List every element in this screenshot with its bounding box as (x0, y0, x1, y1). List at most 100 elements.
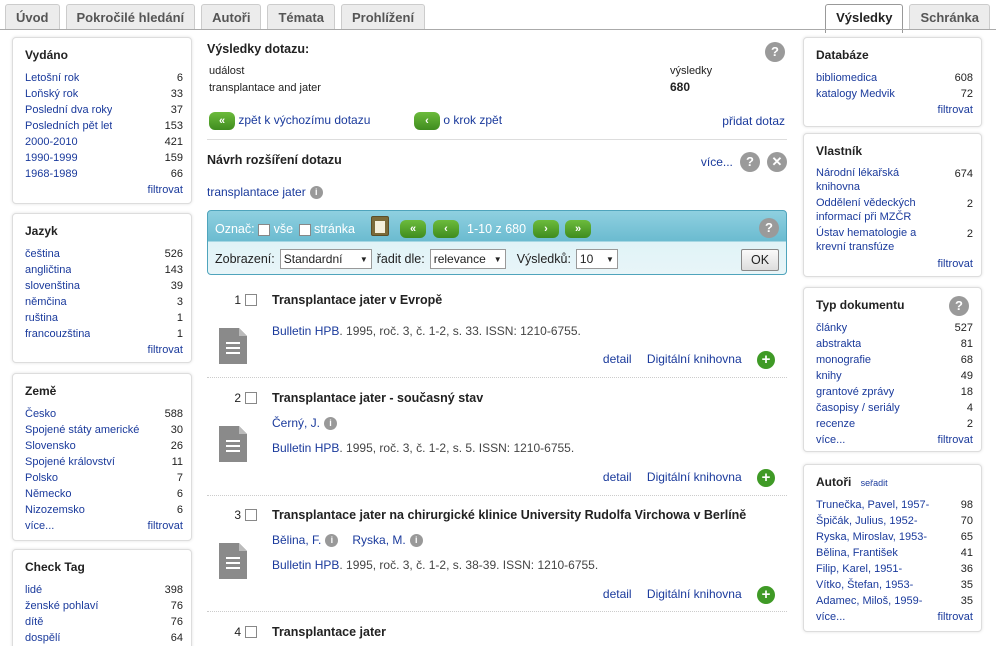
facet-item[interactable]: Spojené státy americké 30 (25, 422, 183, 438)
detail-link[interactable]: detail (603, 470, 632, 484)
facet-item[interactable]: Polsko 7 (25, 470, 183, 486)
sort-select[interactable]: relevance ▼ (429, 249, 506, 269)
suggest-more-link[interactable]: více... (701, 155, 733, 169)
add-query-link[interactable]: přidat dotaz (722, 114, 785, 128)
facet-item[interactable]: dospělí 64 (25, 630, 183, 646)
info-icon[interactable]: i (324, 417, 338, 430)
facet-item[interactable]: Filip, Karel, 1951- 36 (816, 561, 973, 577)
facet-item[interactable]: dítě 76 (25, 614, 183, 630)
facet-item[interactable]: francouzština 1 (25, 326, 183, 342)
author-link[interactable]: Ryska, M. (352, 533, 405, 547)
facet-item[interactable]: Trunečka, Pavel, 1957- 98 (816, 497, 973, 513)
facet-item[interactable]: Vítko, Štefan, 1953- 35 (816, 577, 973, 593)
facet-item[interactable]: čeština 526 (25, 246, 183, 262)
author-link[interactable]: Černý, J. (272, 416, 320, 430)
record-checkbox[interactable] (245, 509, 257, 521)
record-checkbox[interactable] (245, 294, 257, 306)
sort-link[interactable]: seřadit (861, 478, 888, 488)
help-icon[interactable]: ? (765, 42, 785, 62)
info-icon[interactable]: i (325, 534, 339, 547)
more-link[interactable]: více... (816, 609, 845, 625)
facet-item[interactable]: časopisy / seriály 4 (816, 400, 973, 416)
facet-item[interactable]: Oddělení vědeckých informací při MZČR 2 (816, 196, 973, 226)
filter-link[interactable]: filtrovat (816, 102, 973, 118)
facet-item[interactable]: bibliomedica 608 (816, 70, 973, 86)
digital-library-link[interactable]: Digitální knihovna (647, 470, 742, 484)
journal-link[interactable]: Bulletin HPB (272, 441, 339, 455)
clipboard-icon[interactable] (371, 216, 389, 236)
facet-item[interactable]: grantové zprávy 18 (816, 384, 973, 400)
display-select[interactable]: Standardní ▼ (279, 249, 372, 269)
back-initial-button[interactable]: « zpět k výchozímu dotazu (209, 112, 370, 130)
tab-advanced-search[interactable]: Pokročilé hledání (65, 4, 196, 30)
facet-item[interactable]: Loňský rok 33 (25, 86, 183, 102)
facet-item[interactable]: recenze 2 (816, 416, 973, 432)
facet-item[interactable]: Posledních pět let 153 (25, 118, 183, 134)
facet-item[interactable]: monografie 68 (816, 352, 973, 368)
prev-page-button[interactable]: ‹ (433, 220, 459, 238)
facet-item[interactable]: Německo 6 (25, 486, 183, 502)
facet-item[interactable]: angličtina 143 (25, 262, 183, 278)
record-checkbox[interactable] (245, 626, 257, 638)
next-page-button[interactable]: › (533, 220, 559, 238)
filter-link[interactable]: filtrovat (938, 432, 973, 448)
filter-link[interactable]: filtrovat (816, 256, 973, 272)
tab-authors[interactable]: Autoři (201, 4, 262, 30)
facet-item[interactable]: Ryska, Miroslav, 1953- 65 (816, 529, 973, 545)
close-icon[interactable]: ✕ (767, 152, 787, 172)
facet-item[interactable]: Bělina, František 41 (816, 545, 973, 561)
facet-item[interactable]: katalogy Medvik 72 (816, 86, 973, 102)
add-plus-icon[interactable]: + (757, 351, 775, 369)
select-page-checkbox[interactable] (298, 223, 311, 236)
last-page-button[interactable]: » (565, 220, 591, 238)
facet-item[interactable]: Česko 588 (25, 406, 183, 422)
facet-item[interactable]: články 527 (816, 320, 973, 336)
facet-item[interactable]: 2000-2010 421 (25, 134, 183, 150)
tab-clipboard[interactable]: Schránka (909, 4, 990, 30)
results-select[interactable]: 10 ▼ (575, 249, 618, 269)
facet-item[interactable]: Slovensko 26 (25, 438, 183, 454)
record-checkbox[interactable] (245, 392, 257, 404)
help-icon[interactable]: ? (949, 296, 969, 316)
facet-item[interactable]: Spojené království 11 (25, 454, 183, 470)
select-all-checkbox[interactable] (258, 223, 271, 236)
info-icon[interactable]: i (409, 534, 423, 547)
tab-topics[interactable]: Témata (267, 4, 335, 30)
facet-item[interactable]: Nizozemsko 6 (25, 502, 183, 518)
back-step-button[interactable]: ‹ o krok zpět (414, 112, 502, 130)
add-plus-icon[interactable]: + (757, 469, 775, 487)
record-title[interactable]: Transplantace jater v Evropě (272, 293, 442, 307)
digital-library-link[interactable]: Digitální knihovna (647, 587, 742, 601)
facet-item[interactable]: ženské pohlaví 76 (25, 598, 183, 614)
facet-item[interactable]: němčina 3 (25, 294, 183, 310)
record-title[interactable]: Transplantace jater (272, 625, 386, 639)
tab-uvod[interactable]: Úvod (5, 4, 60, 30)
facet-item[interactable]: 1990-1999 159 (25, 150, 183, 166)
add-plus-icon[interactable]: + (757, 586, 775, 604)
more-link[interactable]: více... (816, 432, 845, 448)
detail-link[interactable]: detail (603, 587, 632, 601)
more-link[interactable]: více... (25, 518, 54, 534)
record-title[interactable]: Transplantace jater na chirurgické klini… (272, 508, 746, 522)
facet-item[interactable]: Poslední dva roky 37 (25, 102, 183, 118)
facet-item[interactable]: 1968-1989 66 (25, 166, 183, 182)
journal-link[interactable]: Bulletin HPB (272, 324, 339, 338)
suggest-term[interactable]: transplantace jater i (207, 185, 323, 199)
ok-button[interactable]: OK (741, 249, 779, 271)
facet-item[interactable]: knihy 49 (816, 368, 973, 384)
author-link[interactable]: Bělina, F. (272, 533, 321, 547)
filter-link[interactable]: filtrovat (148, 518, 183, 534)
facet-item[interactable]: slovenština 39 (25, 278, 183, 294)
facet-item[interactable]: lidé 398 (25, 582, 183, 598)
help-icon[interactable]: ? (739, 152, 760, 172)
journal-link[interactable]: Bulletin HPB (272, 558, 339, 572)
facet-item[interactable]: Letošní rok 6 (25, 70, 183, 86)
facet-item[interactable]: Špičák, Julius, 1952- 70 (816, 513, 973, 529)
digital-library-link[interactable]: Digitální knihovna (647, 352, 742, 366)
tab-browse[interactable]: Prohlížení (340, 4, 426, 30)
first-page-button[interactable]: « (400, 220, 426, 238)
info-icon[interactable]: i (309, 186, 323, 199)
facet-item[interactable]: Národní lékařská knihovna 674 (816, 166, 973, 196)
record-title[interactable]: Transplantace jater - současný stav (272, 391, 483, 405)
facet-item[interactable]: ruština 1 (25, 310, 183, 326)
